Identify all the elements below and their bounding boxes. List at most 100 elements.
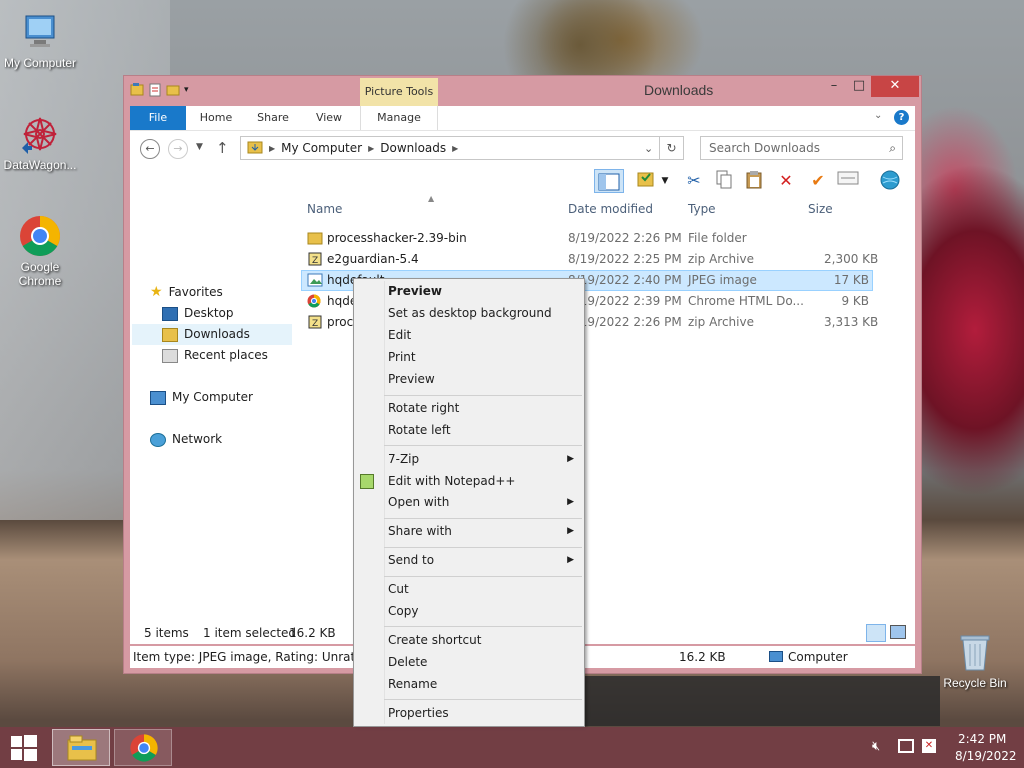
menu-separator: [384, 395, 582, 396]
column-header-type[interactable]: Type: [688, 202, 716, 216]
nav-item-downloads[interactable]: Downloads: [132, 324, 292, 345]
folder-app-icon: [130, 82, 144, 98]
zip-icon: Z: [307, 252, 323, 269]
menu-item-preview[interactable]: Preview: [356, 369, 582, 390]
breadcrumb-my-computer[interactable]: My Computer: [281, 141, 362, 155]
up-arrow-icon[interactable]: ↑: [216, 139, 229, 157]
network-tray-icon[interactable]: [898, 739, 914, 753]
notepadpp-icon: [360, 474, 374, 489]
nav-my-computer[interactable]: My Computer: [150, 387, 253, 408]
menu-item-preview-default[interactable]: Preview: [356, 281, 582, 302]
nav-network[interactable]: Network: [150, 429, 222, 450]
paste-icon[interactable]: [742, 169, 766, 193]
menu-item-create-shortcut[interactable]: Create shortcut: [356, 630, 582, 651]
navigation-pane: ★ Favorites Desktop Downloads Recent pla…: [130, 196, 295, 622]
action-center-icon[interactable]: ✕: [922, 739, 936, 753]
column-header-size[interactable]: Size: [808, 202, 833, 216]
refresh-icon[interactable]: ↻: [660, 136, 684, 160]
tab-file[interactable]: File: [130, 106, 186, 130]
delete-icon[interactable]: ✕: [774, 169, 798, 193]
menu-item-share-with[interactable]: Share with ▶: [356, 521, 582, 542]
menu-item-properties[interactable]: Properties: [356, 703, 582, 724]
search-icon[interactable]: ⌕: [889, 137, 896, 159]
taskbar-google-chrome[interactable]: [114, 729, 172, 766]
properties-panel-icon[interactable]: [836, 169, 860, 193]
select-dropdown-icon[interactable]: ▼: [658, 169, 672, 193]
details-size: 16.2 KB: [679, 650, 726, 664]
menu-item-7zip[interactable]: 7-Zip ▶: [356, 449, 582, 470]
back-arrow-icon[interactable]: ←: [140, 139, 160, 159]
details-view-icon[interactable]: [866, 624, 886, 642]
preview-pane-icon[interactable]: [594, 169, 624, 193]
breadcrumb-downloads[interactable]: Downloads: [380, 141, 446, 155]
forward-arrow-icon[interactable]: →: [168, 139, 188, 159]
help-icon[interactable]: ?: [894, 110, 909, 125]
tab-home[interactable]: Home: [192, 106, 240, 130]
large-icons-view-icon[interactable]: [890, 625, 906, 639]
globe-icon[interactable]: [878, 169, 902, 193]
desktop-icon-recycle-bin[interactable]: Recycle Bin: [935, 630, 1015, 690]
file-type: JPEG image: [688, 273, 757, 287]
ribbon-tabs: File Home Share View Manage ⌄ ?: [130, 106, 915, 130]
menu-item-rotate-left[interactable]: Rotate left: [356, 420, 582, 441]
cut-icon[interactable]: ✂: [682, 169, 706, 193]
clock-date[interactable]: 8/19/2022: [955, 749, 1017, 763]
chevron-down-icon[interactable]: ⌄: [874, 110, 882, 121]
file-size: 2,300 KB: [824, 252, 879, 266]
status-selected: 1 item selected: [203, 626, 297, 640]
file-row[interactable]: Z e2guardian-5.4 8/19/2022 2:25 PM zip A…: [301, 249, 879, 270]
address-bar[interactable]: ▶ My Computer ▶ Downloads ▶ ⌄: [240, 136, 660, 160]
menu-item-print[interactable]: Print: [356, 347, 582, 368]
file-size: 9 KB: [841, 294, 869, 308]
file-date: 8/19/2022 2:26 PM: [568, 315, 682, 329]
desktop-background-plant: [480, 0, 680, 75]
file-row[interactable]: processhacker-2.39-bin 8/19/2022 2:26 PM…: [301, 228, 873, 249]
menu-item-rename[interactable]: Rename: [356, 674, 582, 695]
quick-access-toolbar: ▾: [130, 82, 198, 98]
address-dropdown-icon[interactable]: ⌄: [644, 142, 653, 155]
volume-muted-icon[interactable]: 🔇︎: [872, 739, 880, 754]
submenu-arrow-icon: ▶: [567, 497, 574, 507]
column-header-name[interactable]: Name: [307, 202, 342, 216]
sort-indicator-icon: ▲: [428, 194, 435, 203]
command-toolbar: ▼ ✂ ✕ ✔: [130, 166, 915, 196]
rename-check-icon[interactable]: ✔: [806, 169, 830, 193]
nav-favorites[interactable]: ★ Favorites: [150, 282, 223, 303]
search-input[interactable]: Search Downloads ⌕: [700, 136, 903, 160]
file-date: 8/19/2022 2:25 PM: [568, 252, 682, 266]
nav-item-recent-places[interactable]: Recent places: [162, 345, 292, 366]
title-bar[interactable]: ▾ Picture Tools Downloads – □ ✕: [124, 76, 921, 106]
menu-item-send-to[interactable]: Send to ▶: [356, 550, 582, 571]
properties-icon[interactable]: [148, 82, 162, 98]
tab-share[interactable]: Share: [250, 106, 296, 130]
nav-item-desktop[interactable]: Desktop: [162, 303, 292, 324]
close-button[interactable]: ✕: [871, 76, 919, 97]
taskbar-file-explorer[interactable]: [52, 729, 110, 766]
new-folder-icon[interactable]: [166, 82, 180, 98]
menu-item-set-desktop-background[interactable]: Set as desktop background: [356, 303, 582, 324]
menu-item-open-with[interactable]: Open with ▶: [356, 492, 582, 513]
chrome-icon: [130, 734, 158, 762]
status-selected-size: 16.2 KB: [289, 626, 336, 640]
maximize-button[interactable]: □: [846, 76, 872, 97]
tab-view[interactable]: View: [306, 106, 352, 130]
desktop-icon-my-computer[interactable]: My Computer: [0, 10, 80, 70]
desktop-icon-datawagon[interactable]: DataWagon...: [0, 112, 80, 172]
column-header-date-modified[interactable]: Date modified: [568, 202, 653, 216]
menu-item-rotate-right[interactable]: Rotate right: [356, 398, 582, 419]
file-size: 3,313 KB: [824, 315, 879, 329]
tab-manage[interactable]: Manage: [360, 106, 438, 130]
clock-time[interactable]: 2:42 PM: [958, 732, 1006, 746]
menu-item-cut[interactable]: Cut: [356, 579, 582, 600]
start-button[interactable]: [0, 729, 48, 766]
customize-qat-icon[interactable]: ▾: [184, 82, 198, 98]
minimize-button[interactable]: –: [821, 76, 847, 97]
select-all-icon[interactable]: [634, 169, 658, 193]
menu-item-delete[interactable]: Delete: [356, 652, 582, 673]
menu-item-copy[interactable]: Copy: [356, 601, 582, 622]
menu-item-edit[interactable]: Edit: [356, 325, 582, 346]
menu-item-edit-notepadpp[interactable]: Edit with Notepad++: [356, 471, 582, 492]
copy-icon[interactable]: [712, 169, 736, 193]
desktop-icon-google-chrome[interactable]: Google Chrome: [0, 214, 80, 288]
recent-locations-chevron-icon[interactable]: ▼: [196, 142, 203, 152]
